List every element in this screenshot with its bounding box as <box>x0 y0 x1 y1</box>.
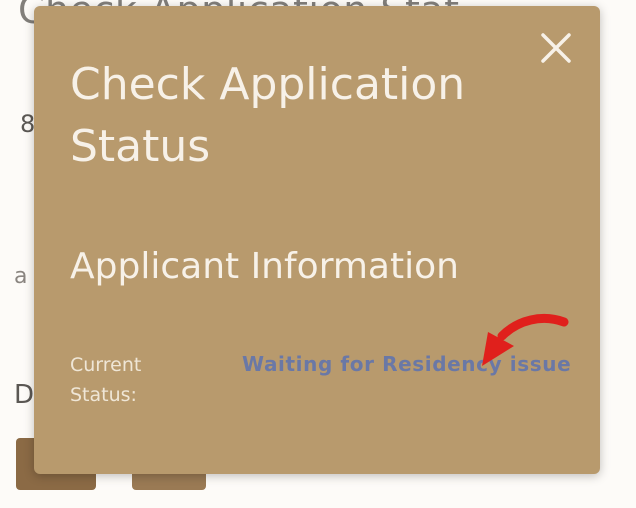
current-status-value: Waiting for Residency issue <box>242 352 572 376</box>
background-text-fragment: a <box>14 264 28 289</box>
close-icon <box>541 33 571 63</box>
modal-title: Check Application Status <box>70 59 466 172</box>
close-button[interactable] <box>536 28 576 68</box>
current-status-label: Current Status: <box>70 354 142 406</box>
background-text-fragment: D <box>14 380 35 410</box>
application-status-modal: Check Application Status Applicant Infor… <box>34 6 600 474</box>
applicant-information-heading: Applicant Information <box>70 246 459 287</box>
background-text-fragment: 8 <box>20 110 36 138</box>
page: Check Application Stat 8 a D Check Appli… <box>0 0 636 508</box>
